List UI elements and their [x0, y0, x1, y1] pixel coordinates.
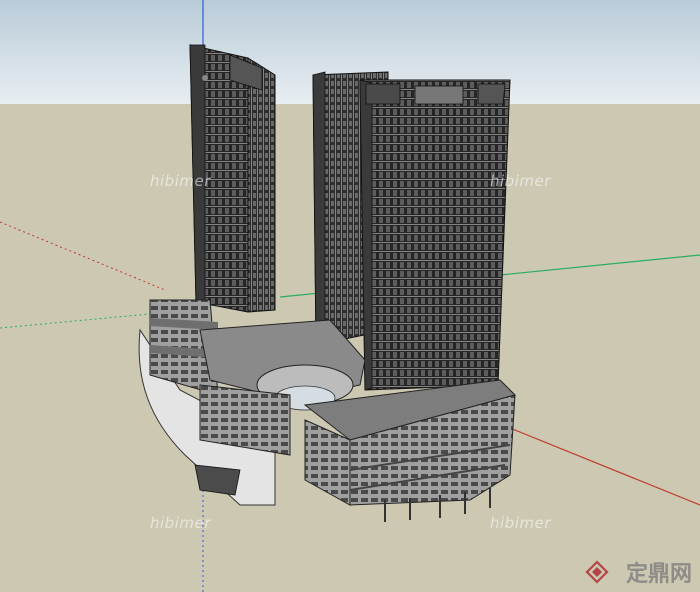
- watermark-3: hibimer: [150, 514, 211, 532]
- sketchup-viewport: hibimer hibimer hibimer hibimer 定鼎网: [0, 0, 700, 592]
- scene-canvas: [0, 0, 700, 592]
- brand-mark: 定鼎网: [626, 556, 692, 588]
- watermark-4: hibimer: [490, 514, 551, 532]
- watermark-1: hibimer: [150, 172, 211, 190]
- brand-text: 定鼎网: [625, 562, 692, 587]
- right-tower-front: [359, 79, 511, 391]
- watermark-2: hibimer: [490, 172, 551, 190]
